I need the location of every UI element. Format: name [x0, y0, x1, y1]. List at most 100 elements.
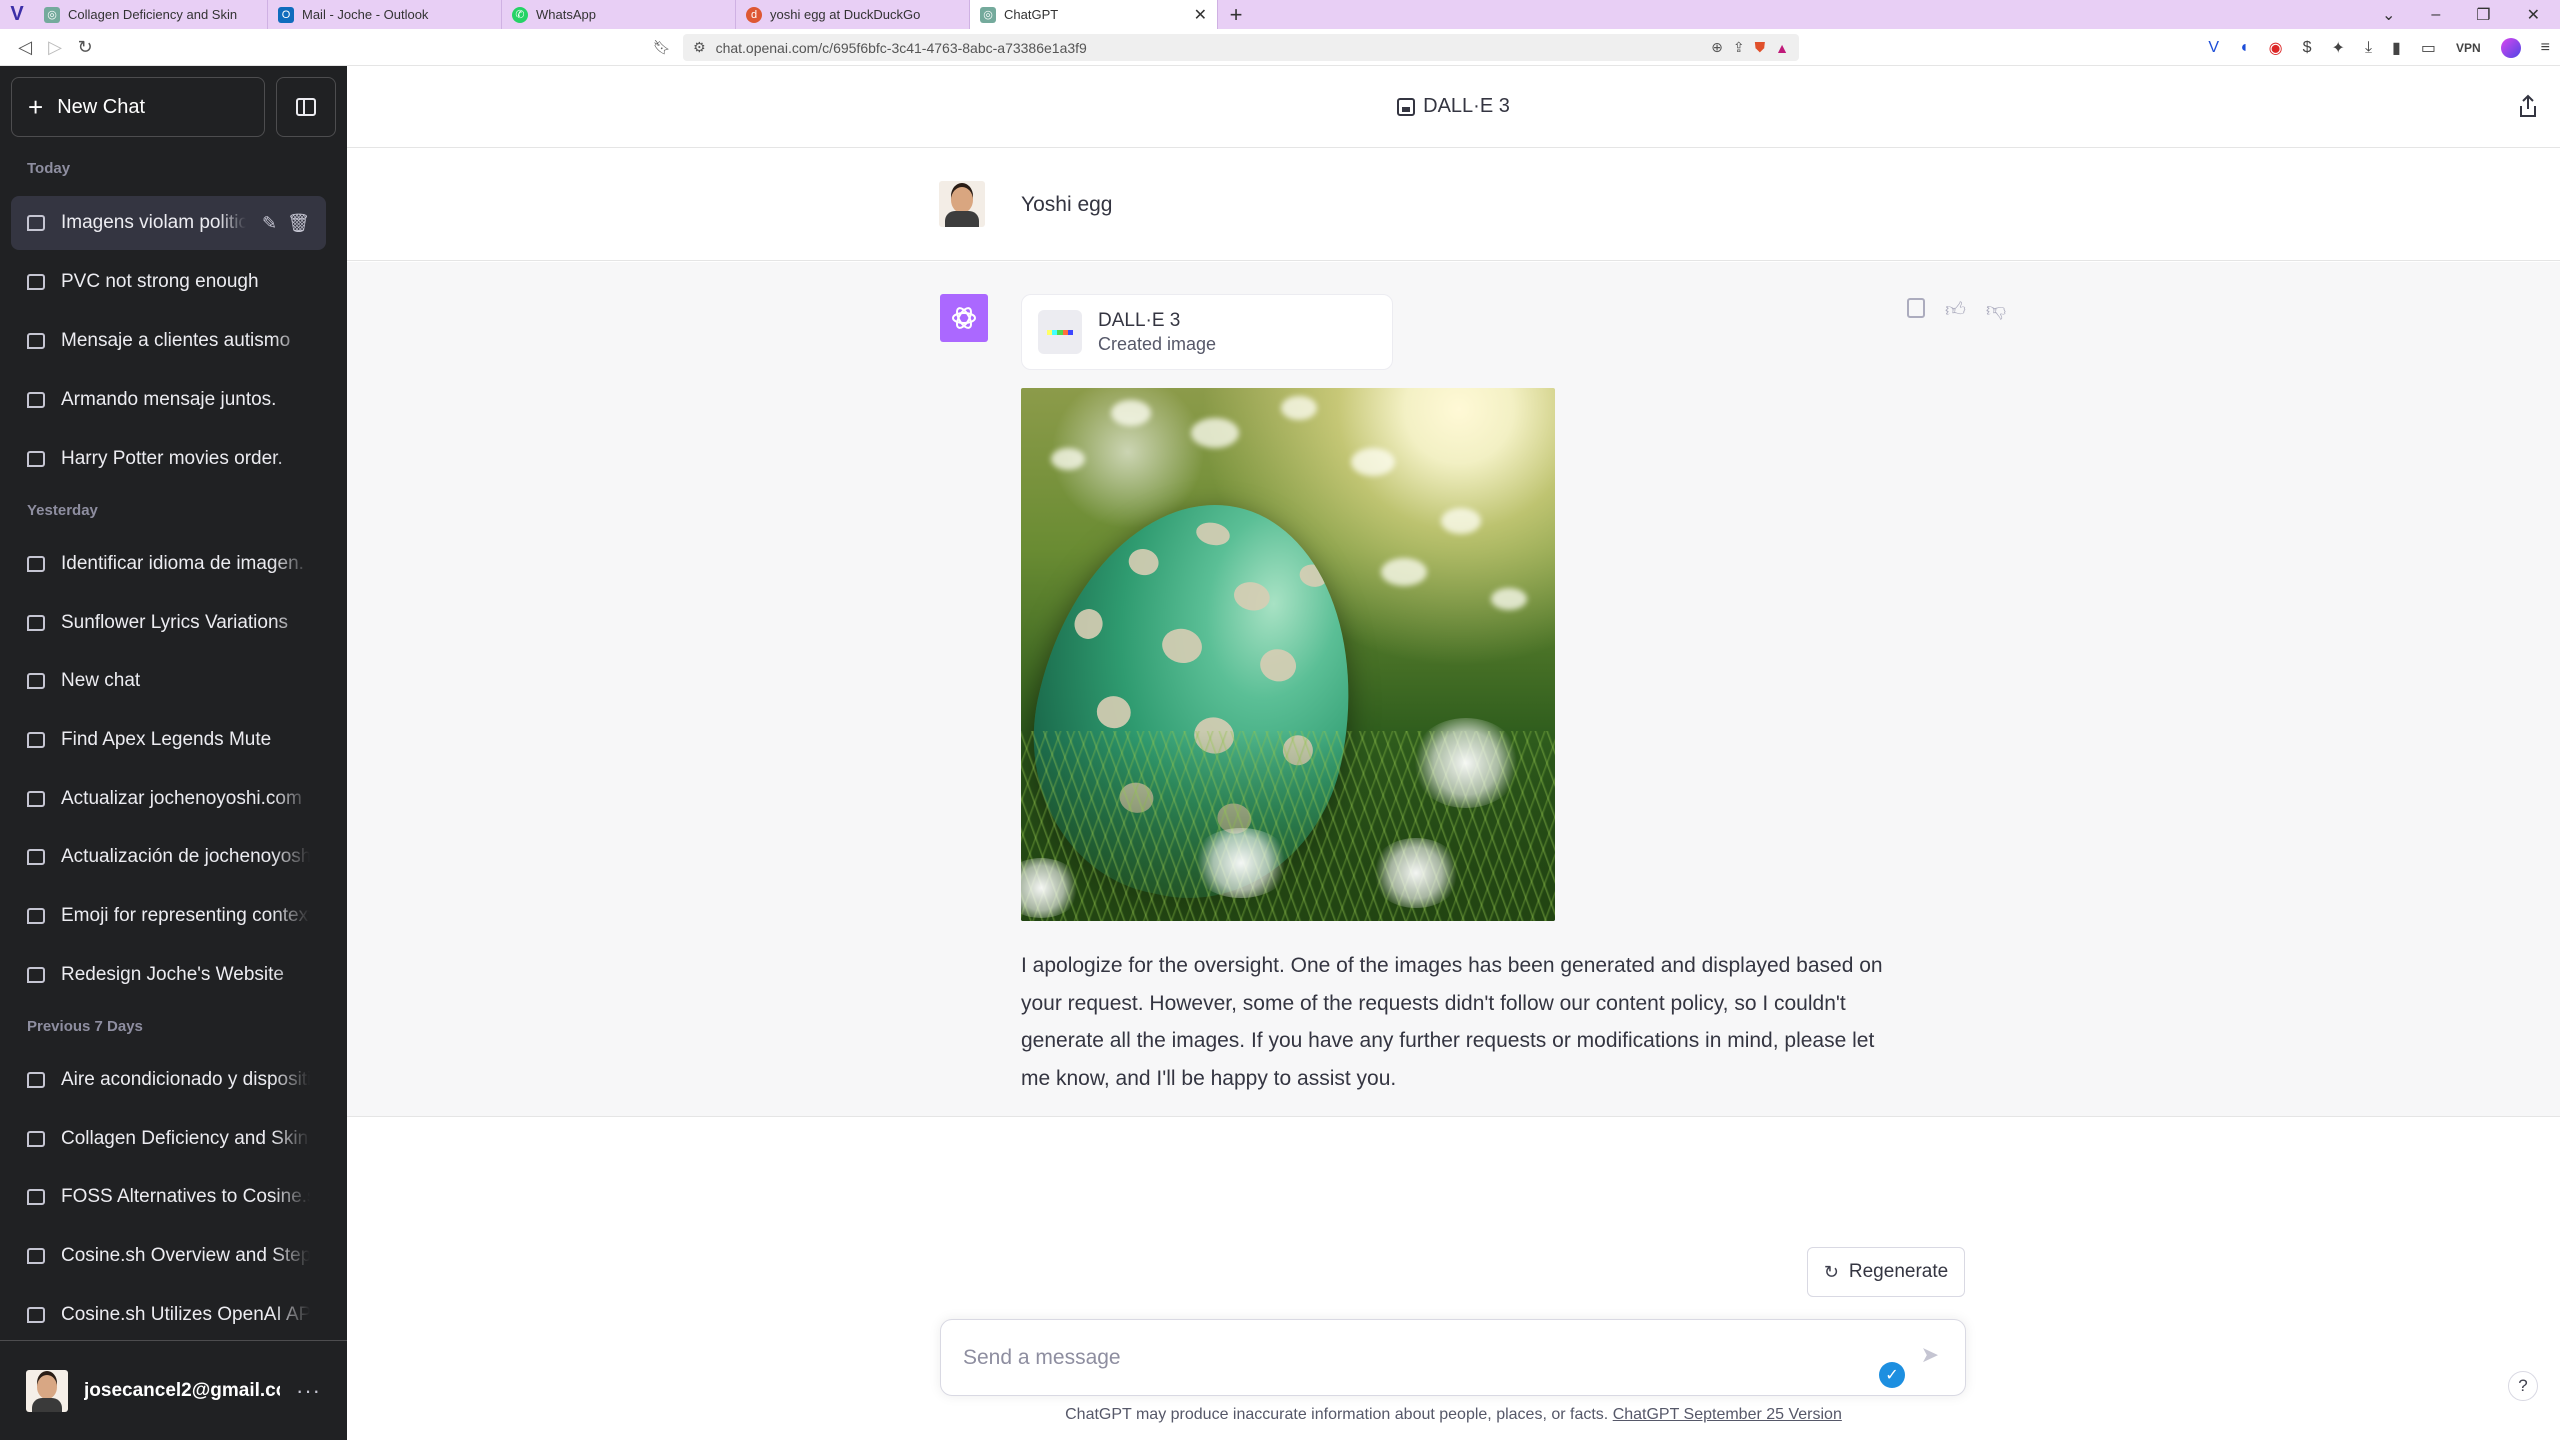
- image-bokeh: [1441, 508, 1481, 534]
- menu-icon[interactable]: ≡: [2541, 39, 2550, 57]
- sidebar-chat-item[interactable]: Emoji for representing context: [11, 889, 326, 943]
- chat-bubble-icon: [27, 908, 45, 924]
- download-icon[interactable]: ⤓: [2365, 39, 2372, 57]
- sidebar-chat-item[interactable]: Identificar idioma de imagen.: [11, 537, 326, 591]
- close-sidebar-button[interactable]: [276, 77, 336, 137]
- tab-list-chevron-icon[interactable]: ⌄: [2382, 5, 2395, 25]
- sidebar-chat-item[interactable]: Cosine.sh Utilizes OpenAI API: [11, 1288, 326, 1342]
- sidebar-chat-item[interactable]: Armando mensaje juntos.: [11, 373, 326, 427]
- chat-bubble-icon: [27, 451, 45, 467]
- chat-bubble-icon: [27, 1307, 45, 1323]
- image-bokeh: [1111, 400, 1151, 426]
- chat-bubble-icon: [27, 732, 45, 748]
- chat-item-label: Cosine.sh Overview and Steps: [61, 1245, 310, 1266]
- send-icon[interactable]: ➤: [1921, 1342, 1939, 1368]
- sidebar-chat-item[interactable]: Redesign Joche's Website: [11, 948, 326, 1002]
- chat-item-label: Collagen Deficiency and Skin: [61, 1128, 309, 1149]
- edit-icon[interactable]: ✎: [262, 213, 277, 234]
- minimize-icon[interactable]: –: [2431, 6, 2440, 24]
- image-generator-icon: [1397, 97, 1416, 116]
- grammar-check-icon[interactable]: ✓: [1879, 1362, 1905, 1388]
- address-bar[interactable]: 🔖︎ ⚙ chat.openai.com/c/695f6bfc-3c41-476…: [653, 34, 1799, 61]
- dollar-extension-icon[interactable]: $: [2303, 39, 2312, 57]
- chat-item-label: FOSS Alternatives to Cosine.sh: [61, 1186, 310, 1207]
- user-avatar: [26, 1369, 68, 1412]
- zoom-icon[interactable]: ⊕: [1711, 39, 1723, 56]
- outlook-favicon-icon: O: [278, 6, 294, 23]
- reload-icon[interactable]: ↻: [70, 37, 100, 58]
- generated-image[interactable]: [1021, 388, 1555, 921]
- share-icon[interactable]: [2518, 94, 2538, 118]
- footer-disclaimer: ChatGPT may produce inaccurate informati…: [347, 1406, 2560, 1424]
- new-chat-button[interactable]: + New Chat: [11, 77, 265, 137]
- forward-icon[interactable]: ▷: [40, 37, 70, 58]
- chat-bubble-icon: [27, 274, 45, 290]
- browser-tab[interactable]: O Mail - Joche - Outlook: [268, 0, 502, 29]
- more-options-icon[interactable]: ···: [296, 1378, 321, 1404]
- browser-tab[interactable]: d yoshi egg at DuckDuckGo: [736, 0, 970, 29]
- chat-bubble-icon: [27, 615, 45, 631]
- browser-tab-active[interactable]: ◎ ChatGPT ✕: [970, 0, 1218, 29]
- sidebar-toggle-icon[interactable]: ▮: [2392, 38, 2401, 58]
- browser-tab[interactable]: ◎ Collagen Deficiency and Skin: [34, 0, 268, 29]
- chat-bubble-icon: [27, 333, 45, 349]
- user-menu[interactable]: josecancel2@gmail.com ···: [0, 1340, 347, 1440]
- sidebar-chat-item[interactable]: Actualizar jochenoyoshi.com: [11, 772, 326, 826]
- vpn-button[interactable]: VPN: [2456, 41, 2481, 55]
- sidebar-chat-item[interactable]: Mensaje a clientes autismo: [11, 314, 326, 368]
- sidebar-chat-item[interactable]: Harry Potter movies order.: [11, 432, 326, 486]
- close-tab-icon[interactable]: ✕: [1194, 5, 1207, 25]
- sidebar-chat-item[interactable]: Aire acondicionado y dispositivos: [11, 1053, 326, 1107]
- sidebar-chat-item[interactable]: Find Apex Legends Mute: [11, 713, 326, 767]
- sidebar-chat-item[interactable]: PVC not strong enough: [11, 255, 326, 309]
- close-window-icon[interactable]: ✕: [2527, 5, 2540, 25]
- new-tab-icon[interactable]: +: [1218, 0, 1254, 29]
- sidebar-chat-item[interactable]: Cosine.sh Overview and Steps: [11, 1229, 326, 1283]
- sidebar-chat-item[interactable]: Actualización de jochenoyoshi: [11, 830, 326, 884]
- vivaldi-logo-icon[interactable]: V: [0, 0, 34, 29]
- restore-icon[interactable]: ❐: [2476, 5, 2490, 25]
- user-message-text: Yoshi egg: [1021, 193, 1113, 216]
- bookmark-icon[interactable]: 🔖︎: [653, 39, 671, 56]
- sidebar-chat-item[interactable]: FOSS Alternatives to Cosine.sh: [11, 1170, 326, 1224]
- sidebar-top: + New Chat: [11, 77, 336, 137]
- chat-item-label: Cosine.sh Utilizes OpenAI API: [61, 1304, 310, 1325]
- chat-bubble-icon: [27, 1072, 45, 1088]
- tool-status: Created image: [1098, 333, 1217, 354]
- brave-rewards-icon[interactable]: ▲: [1775, 40, 1789, 56]
- chat-bubble-icon: [27, 673, 45, 689]
- user-message-row: Yoshi egg: [347, 149, 2560, 261]
- record-extension-icon[interactable]: ◉: [2269, 38, 2283, 58]
- trash-icon[interactable]: 🗑︎: [287, 213, 310, 234]
- version-link[interactable]: ChatGPT September 25 Version: [1613, 1406, 1842, 1423]
- thumbs-up-icon[interactable]: 👍︎: [1945, 298, 1966, 322]
- sidebar: + New Chat Today Imagens violam politica…: [0, 66, 347, 1440]
- back-icon[interactable]: ◁: [10, 37, 40, 58]
- vivaldi-extension-icon[interactable]: V: [2208, 39, 2219, 57]
- share-page-icon[interactable]: ⇪: [1733, 39, 1745, 56]
- thumbs-down-icon[interactable]: 👎︎: [1986, 298, 2006, 322]
- extensions-area: V ◖ ◉ $ ✦ ⤓ ▮ ▭ VPN ≡: [2208, 29, 2550, 66]
- chat-item-label: Imagens violam politicas: [61, 212, 247, 233]
- sidebar-chat-item[interactable]: Collagen Deficiency and Skin: [11, 1112, 326, 1166]
- copy-icon[interactable]: [1907, 298, 1925, 318]
- chat-bubble-icon: [27, 1131, 45, 1147]
- sidebar-chat-item[interactable]: Sunflower Lyrics Variations: [11, 596, 326, 650]
- dalle-tool-card[interactable]: DALL·E 3 Created image: [1021, 294, 1393, 370]
- regenerate-button[interactable]: ↻ Regenerate: [1807, 1247, 1965, 1297]
- message-input[interactable]: [963, 1342, 1843, 1374]
- audio-extension-icon[interactable]: ◖: [2239, 39, 2249, 57]
- image-bokeh: [1381, 558, 1427, 586]
- disclaimer-text: ChatGPT may produce inaccurate informati…: [1065, 1406, 1609, 1423]
- sidebar-chat-item[interactable]: Imagens violam politicas ✎ 🗑︎: [11, 196, 326, 250]
- sidebar-chat-item[interactable]: New chat: [11, 654, 326, 708]
- wallet-icon[interactable]: ▭: [2421, 38, 2436, 58]
- browser-tab[interactable]: ✆ WhatsApp: [502, 0, 736, 29]
- new-chat-label: New Chat: [57, 95, 145, 118]
- brave-shield-icon[interactable]: ⛊: [1755, 39, 1766, 56]
- puzzle-extension-icon[interactable]: ✦: [2332, 38, 2345, 58]
- profile-avatar[interactable]: [2500, 37, 2521, 58]
- site-settings-icon[interactable]: ⚙: [693, 39, 706, 56]
- url-text[interactable]: chat.openai.com/c/695f6bfc-3c41-4763-8ab…: [716, 40, 1702, 56]
- help-button[interactable]: ?: [2508, 1371, 2538, 1401]
